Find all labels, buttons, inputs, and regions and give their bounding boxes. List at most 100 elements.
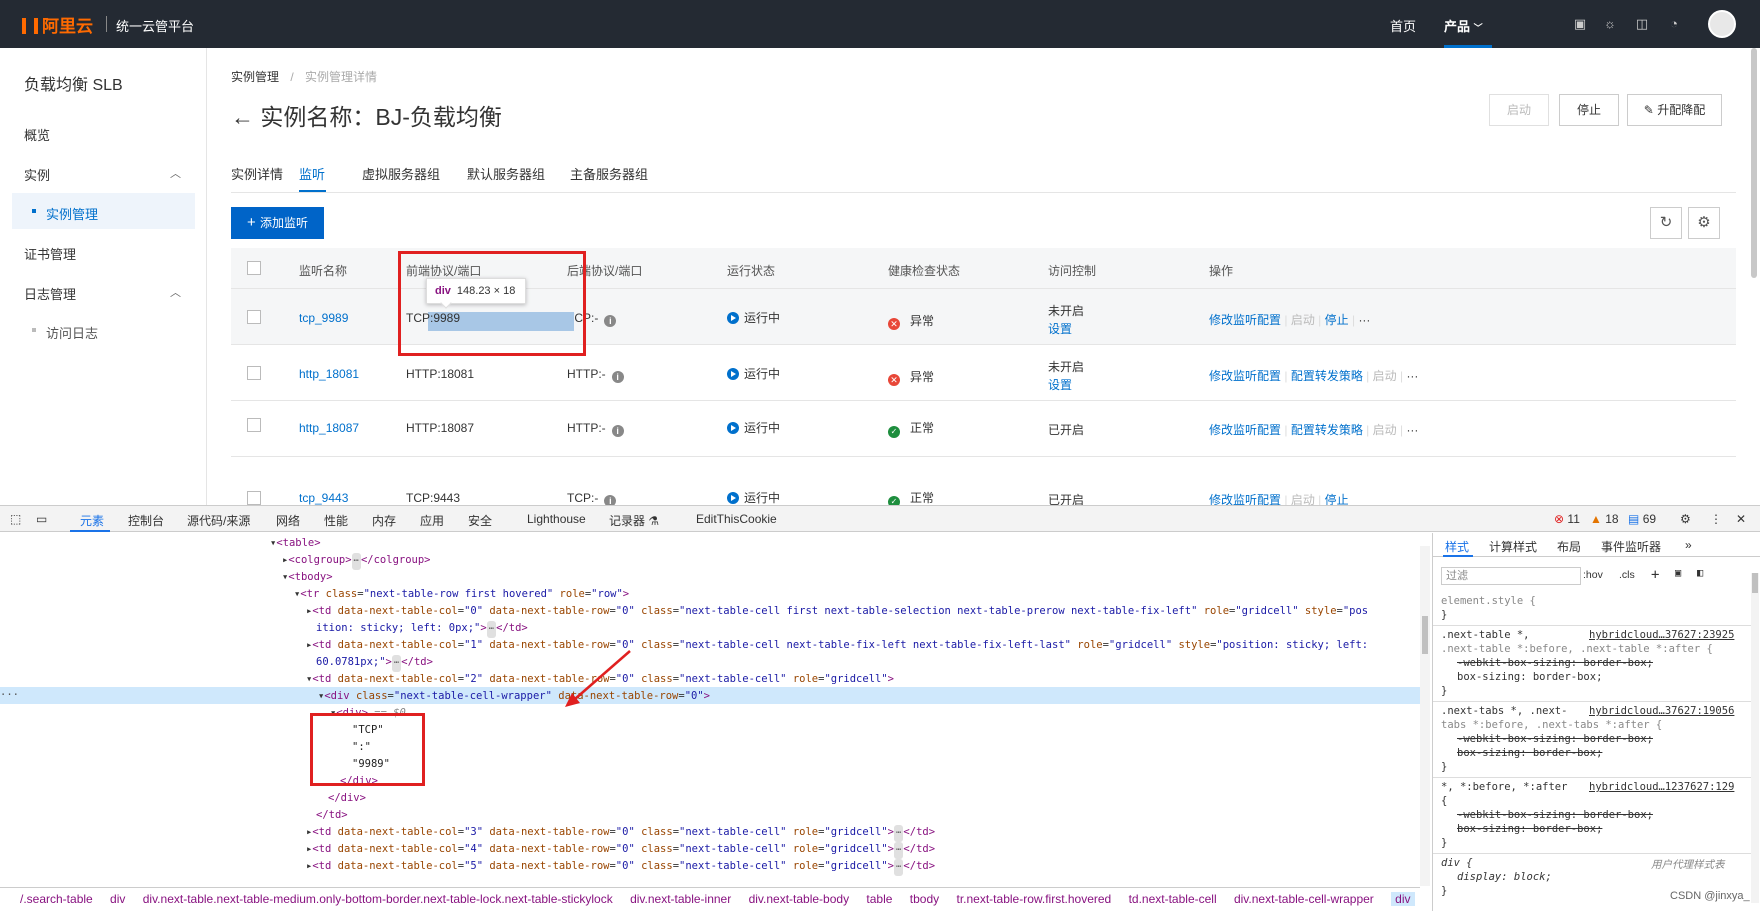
edit-listener-link[interactable]: 修改监听配置	[1209, 423, 1281, 437]
dom-crumb[interactable]: tr.next-table-row.first.hovered	[957, 892, 1112, 906]
more-icon[interactable]: ···	[1406, 423, 1418, 437]
tab-recorder[interactable]: 记录器 ⚗	[609, 512, 659, 529]
tab-security[interactable]: 安全	[468, 512, 492, 529]
screen-icon[interactable]: ▣	[1572, 16, 1588, 32]
row-checkbox[interactable]	[247, 418, 261, 432]
warning-count[interactable]: ▲ 18	[1590, 512, 1619, 526]
sidebar-item-cert[interactable]: 证书管理	[24, 244, 76, 263]
tree-scrollbar[interactable]	[1420, 546, 1430, 886]
tab-network[interactable]: 网络	[276, 512, 300, 529]
class-toggle[interactable]: .cls	[1619, 569, 1635, 581]
dom-crumb[interactable]: /.search-table	[20, 892, 93, 906]
sidebar-item-instance[interactable]: 实例	[24, 165, 50, 184]
listener-name-link[interactable]: tcp_9443	[299, 491, 348, 505]
dom-crumb[interactable]: td.next-table-cell	[1129, 892, 1217, 906]
stop-link[interactable]: 停止	[1325, 493, 1349, 505]
settings-icon[interactable]: ⚙	[1688, 207, 1720, 239]
styles-scrollbar[interactable]	[1751, 573, 1759, 903]
forward-policy-link[interactable]: 配置转发策略	[1291, 423, 1363, 437]
select-all-checkbox[interactable]	[247, 261, 261, 275]
upgrade-button[interactable]: ✎ 升配降配	[1627, 94, 1722, 126]
aliyun-logo[interactable]: 阿里云	[22, 12, 93, 37]
message-count[interactable]: ▤ 69	[1628, 512, 1656, 526]
tab-instance-detail[interactable]: 实例详情	[231, 164, 283, 183]
dom-crumb[interactable]: table	[866, 892, 892, 906]
css-property[interactable]: display: block;	[1457, 871, 1552, 883]
tab-lighthouse[interactable]: Lighthouse	[527, 512, 586, 526]
back-arrow-icon[interactable]: ←	[231, 104, 254, 130]
edit-listener-link[interactable]: 修改监听配置	[1209, 369, 1281, 383]
info-icon[interactable]: i	[611, 371, 624, 383]
dom-node[interactable]: ▸<td data-next-table-col="5" data-next-t…	[306, 858, 935, 876]
tab-editthiscookie[interactable]: EditThisCookie	[696, 512, 777, 526]
sidebar-item-log[interactable]: 日志管理	[24, 284, 76, 303]
rule-selector[interactable]: .next-tabs *, .next-	[1441, 705, 1567, 717]
rule-source-link[interactable]: hybridcloud…37627:23925	[1589, 629, 1734, 641]
info-icon[interactable]: i	[611, 425, 624, 437]
tab-memory[interactable]: 内存	[372, 512, 396, 529]
hover-toggle[interactable]: :hov	[1583, 569, 1603, 581]
rule-selector[interactable]: .next-table *,	[1441, 629, 1530, 641]
edit-listener-link[interactable]: 修改监听配置	[1209, 493, 1281, 505]
gear-icon[interactable]: ⚙	[1680, 512, 1691, 526]
dom-crumb-current[interactable]: div	[1391, 892, 1415, 906]
breadcrumb-link[interactable]: 实例管理	[231, 70, 279, 84]
dom-crumb[interactable]: div.next-table-inner	[630, 892, 731, 906]
stop-button[interactable]: 停止	[1559, 94, 1619, 126]
tab-listener[interactable]: 监听	[299, 164, 325, 183]
tab-layout[interactable]: 布局	[1557, 538, 1581, 555]
dom-crumb[interactable]: tbody	[910, 892, 939, 906]
close-icon[interactable]: ✕	[1736, 512, 1746, 526]
tab-computed[interactable]: 计算样式	[1489, 538, 1537, 555]
start-button[interactable]: 启动	[1489, 94, 1549, 126]
css-property[interactable]: box-sizing: border-box;	[1457, 671, 1602, 683]
dom-node[interactable]: ▸<td data-next-table-col="4" data-next-t…	[306, 841, 935, 859]
info-icon[interactable]: i	[604, 315, 617, 327]
paint-icon[interactable]: ▣	[1675, 567, 1681, 579]
dom-crumb[interactable]: div.next-table-cell-wrapper	[1234, 892, 1374, 906]
acl-settings-link[interactable]: 设置	[1048, 320, 1072, 337]
element-style-rule[interactable]: element.style {	[1441, 595, 1536, 607]
page-scrollbar[interactable]	[1751, 48, 1757, 278]
tab-default-server-group[interactable]: 默认服务器组	[467, 164, 545, 183]
dom-crumb[interactable]: div.next-table-body	[749, 892, 850, 906]
refresh-icon[interactable]: ↻	[1650, 207, 1682, 239]
rule-selector[interactable]: *, *:before, *:after	[1441, 781, 1567, 793]
start-link[interactable]: 启动	[1373, 369, 1397, 383]
nav-home[interactable]: 首页	[1390, 16, 1416, 35]
chevron-up-icon[interactable]: ︿	[170, 165, 181, 181]
kebab-menu-icon[interactable]: ⋮	[1710, 512, 1722, 526]
css-property-overridden[interactable]: -webkit-box-sizing: border-box;	[1457, 657, 1653, 669]
acl-settings-link[interactable]: 设置	[1048, 376, 1072, 393]
css-property-overridden[interactable]: box-sizing: border-box;	[1457, 747, 1602, 759]
book-icon[interactable]: ◫	[1634, 16, 1650, 32]
info-icon[interactable]: i	[604, 495, 617, 505]
css-property-overridden[interactable]: box-sizing: border-box;	[1457, 823, 1602, 835]
tab-event-listeners[interactable]: 事件监听器	[1601, 538, 1661, 555]
start-link[interactable]: 启动	[1373, 423, 1397, 437]
sidebar-item-instance-manage[interactable]: 实例管理	[46, 204, 98, 223]
stop-link[interactable]: 停止	[1325, 313, 1349, 327]
listener-name-link[interactable]: http_18087	[299, 421, 359, 435]
listener-name-link[interactable]: http_18081	[299, 367, 359, 381]
row-checkbox[interactable]	[247, 491, 261, 505]
tab-elements[interactable]: 元素	[80, 512, 104, 529]
start-link[interactable]: 启动	[1291, 313, 1315, 327]
dom-crumb[interactable]: div.next-table.next-table-medium.only-bo…	[143, 892, 613, 906]
chevron-up-icon[interactable]: ︿	[170, 284, 181, 300]
inspect-element-icon[interactable]: ⬚	[10, 512, 21, 526]
device-toggle-icon[interactable]: ▭	[36, 512, 47, 526]
css-property-overridden[interactable]: -webkit-box-sizing: border-box;	[1457, 733, 1653, 745]
tab-application[interactable]: 应用	[420, 512, 444, 529]
nav-products[interactable]: 产品 ﹀	[1444, 16, 1483, 35]
dom-crumb[interactable]: div	[110, 892, 125, 906]
avatar[interactable]	[1708, 10, 1736, 38]
add-rule-icon[interactable]: +	[1651, 567, 1659, 583]
bell-icon[interactable]: ◔	[1666, 16, 1682, 32]
start-link[interactable]: 启动	[1291, 493, 1315, 505]
rule-selector[interactable]: div {	[1441, 857, 1473, 869]
error-count[interactable]: ⊗ 11	[1554, 512, 1580, 526]
sidebar-item-access-log[interactable]: 访问日志	[46, 323, 98, 342]
edit-listener-link[interactable]: 修改监听配置	[1209, 313, 1281, 327]
forward-policy-link[interactable]: 配置转发策略	[1291, 369, 1363, 383]
